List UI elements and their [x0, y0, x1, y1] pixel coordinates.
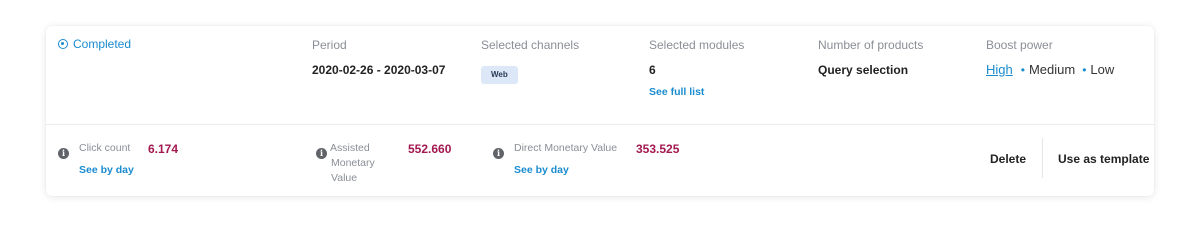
radio-dot-icon [58, 39, 68, 49]
status-label: Completed [73, 37, 132, 51]
boost-label: Boost power [986, 38, 1053, 52]
info-icon: i [316, 147, 327, 159]
assisted-info-icon: i [316, 143, 327, 161]
products-value: Query selection [818, 63, 909, 77]
channel-chip-web: Web [481, 64, 518, 84]
direct-label: Direct Monetary Value [514, 142, 618, 154]
boost-option-medium[interactable]: Medium [1029, 62, 1075, 77]
use-as-template-button[interactable]: Use as template [1058, 152, 1149, 166]
boost-option-low[interactable]: Low [1090, 62, 1114, 77]
direct-see-by-day-link[interactable]: See by day [514, 164, 569, 176]
direct-value: 353.525 [636, 142, 680, 156]
row-divider [46, 124, 1154, 125]
period-value: 2020-02-26 - 2020-03-07 [312, 63, 446, 77]
campaign-card: Completed Period 2020-02-26 - 2020-03-07… [46, 26, 1154, 196]
click-count-value: 6.174 [148, 142, 179, 156]
bullet-dot-icon: • [1020, 62, 1025, 77]
info-icon: i [58, 147, 69, 159]
see-full-list-link[interactable]: See full list [649, 86, 704, 98]
direct-info-icon: i [493, 143, 504, 161]
modules-count: 6 [649, 63, 656, 77]
info-icon: i [493, 147, 504, 159]
delete-button[interactable]: Delete [990, 152, 1026, 166]
modules-label: Selected modules [649, 38, 745, 52]
period-label: Period [312, 38, 347, 52]
boost-option-high[interactable]: High [986, 62, 1013, 77]
click-count-see-by-day-link[interactable]: See by day [79, 164, 134, 176]
products-label: Number of products [818, 38, 924, 52]
click-count-info-icon: i [58, 143, 69, 161]
assisted-value: 552.660 [408, 142, 452, 156]
channels-label: Selected channels [481, 38, 580, 52]
assisted-label: Assisted Monetary Value [330, 142, 375, 184]
boost-power-selector: High • Medium • Low [986, 62, 1114, 77]
bullet-dot-icon: • [1082, 62, 1087, 77]
status-completed: Completed [58, 37, 131, 51]
button-divider [1042, 138, 1043, 178]
click-count-label: Click count [79, 142, 131, 154]
